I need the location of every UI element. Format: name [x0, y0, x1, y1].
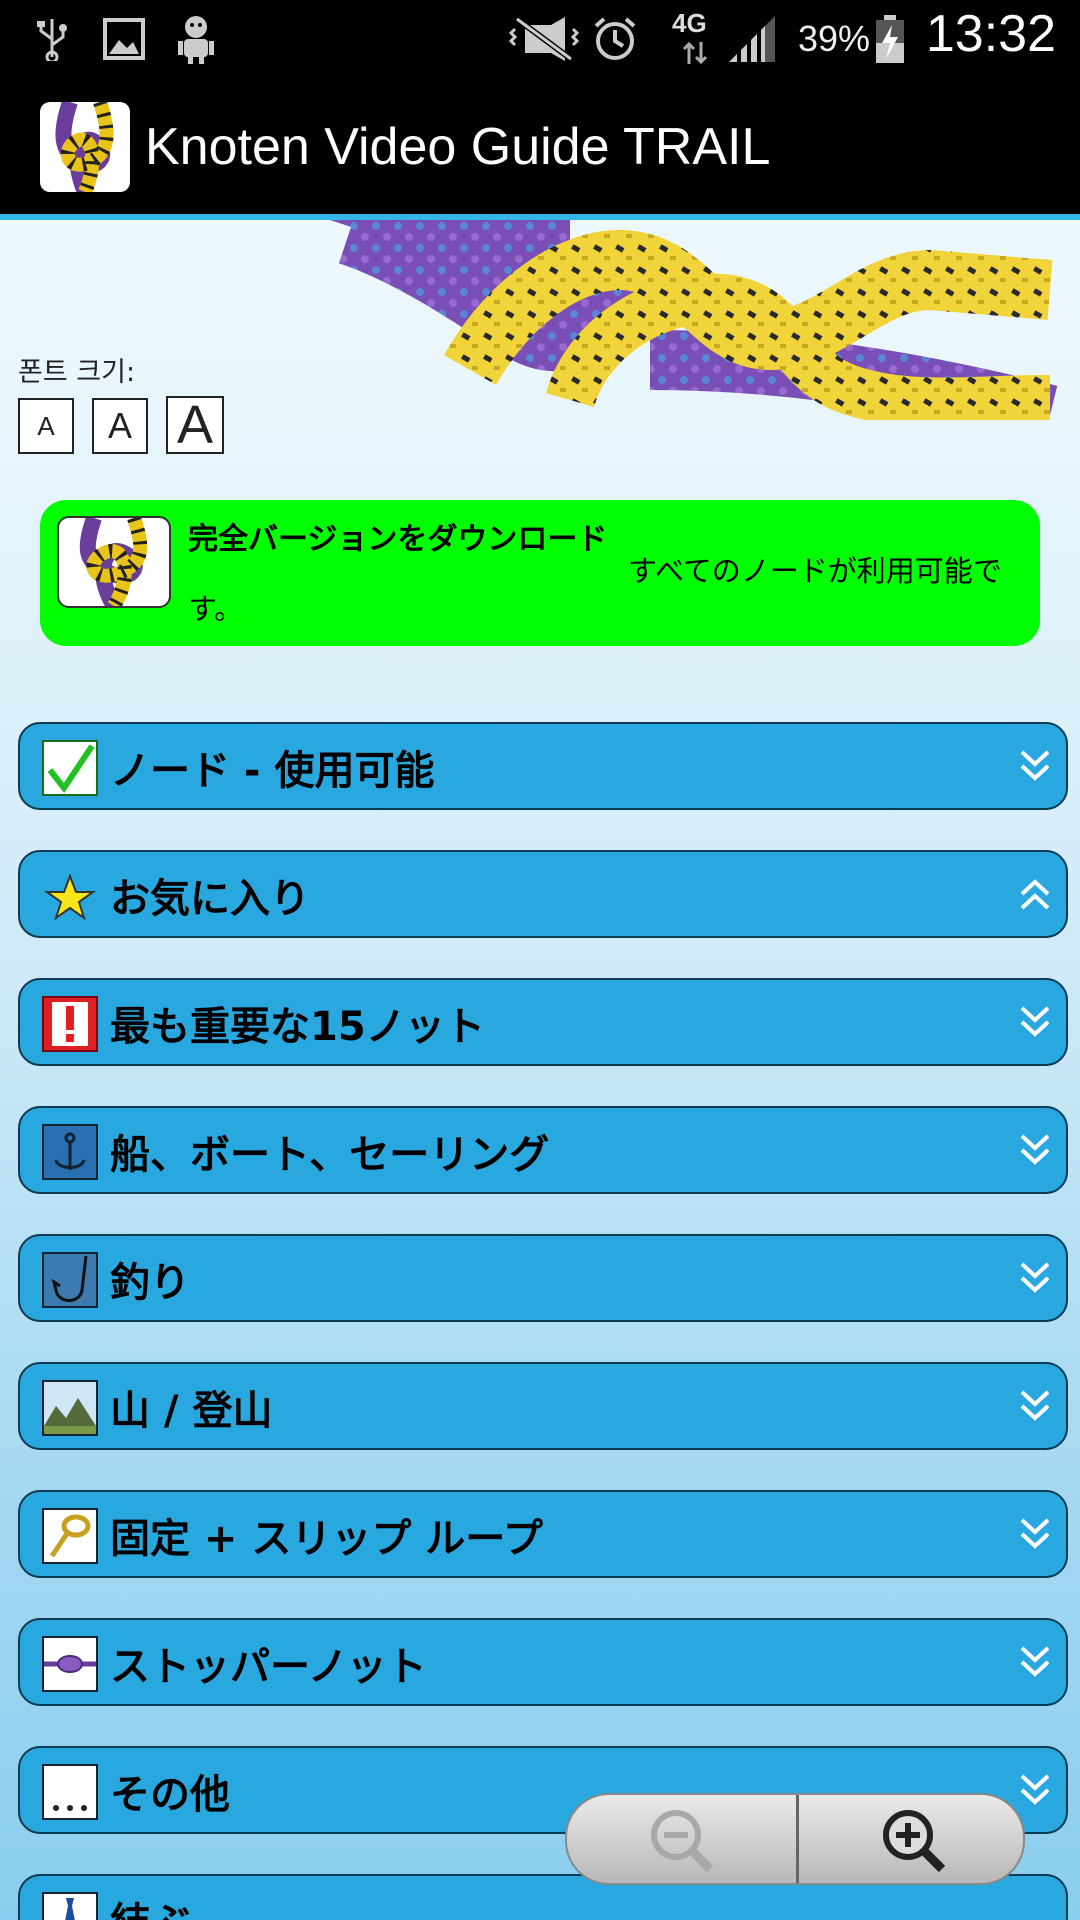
category-label: 固定 + スリップ ループ [110, 1516, 543, 1562]
category-fixed-slip-loops[interactable]: 固定 + スリップ ループ [18, 1490, 1068, 1578]
chevron-double-down-icon [1018, 744, 1052, 788]
category-available-knots[interactable]: ノード - 使用可能 [18, 722, 1068, 810]
status-bar: 4G 39% 13:32 [0, 0, 1080, 77]
chevron-double-down-icon [1018, 1128, 1052, 1172]
category-label: 釣り [110, 1260, 190, 1306]
mountain-icon [42, 1380, 98, 1436]
checkmark-icon [42, 740, 98, 796]
chevron-double-down-icon [1018, 1000, 1052, 1044]
chevron-double-down-icon [1018, 1256, 1052, 1300]
battery-charging-icon [872, 0, 908, 77]
gallery-icon [100, 0, 148, 77]
category-label: ノード - 使用可能 [110, 748, 435, 794]
tie-icon [42, 1892, 98, 1920]
category-label: その他 [110, 1772, 230, 1818]
clock: 13:32 [925, 5, 1056, 63]
promo-knot-icon [57, 516, 171, 608]
category-favorites[interactable]: お気に入り [18, 850, 1068, 938]
category-top-15-knots[interactable]: 最も重要な15ノット [18, 978, 1068, 1066]
category-label: 結ぶ [110, 1890, 190, 1920]
alarm-icon [590, 0, 640, 77]
ellipsis-icon [42, 1764, 98, 1820]
category-label: ストッパーノット [110, 1644, 427, 1690]
usb-icon [30, 0, 74, 77]
chevron-double-down-icon [1018, 1768, 1052, 1812]
font-size-small-button[interactable]: A [18, 398, 74, 454]
fishing-hook-icon [42, 1252, 98, 1308]
font-size-label: 폰트 크기: [18, 357, 136, 388]
category-label: 最も重要な15ノット [110, 1004, 485, 1050]
network-type: 4G [672, 8, 707, 38]
download-full-version-banner[interactable]: 完全バージョンをダウンロード すべてのノードが利用可能です。 [40, 500, 1040, 646]
zoom-control [565, 1793, 1025, 1885]
promo-subtitle: すべてのノードが利用可能です。 [188, 554, 1002, 626]
action-bar: Knoten Video Guide TRAIL [0, 77, 1080, 214]
anchor-icon [42, 1124, 98, 1180]
category-mountain-climbing[interactable]: 山 / 登山 [18, 1362, 1068, 1450]
star-icon [42, 868, 98, 924]
chevron-double-up-icon [1018, 872, 1052, 916]
signal-icon [725, 0, 779, 77]
chevron-double-down-icon [1018, 1384, 1052, 1428]
font-size-medium-button[interactable]: A [92, 398, 148, 454]
vibrate-mute-icon [505, 0, 581, 77]
app-logo-icon[interactable] [40, 102, 130, 192]
zoom-in-button[interactable] [799, 1795, 1023, 1883]
app-title: Knoten Video Guide TRAIL [145, 118, 771, 176]
category-boats-sailing[interactable]: 船、ボート、セーリング [18, 1106, 1068, 1194]
category-label: お気に入り [110, 876, 310, 922]
category-stopper-knots[interactable]: ストッパーノット [18, 1618, 1068, 1706]
loop-icon [42, 1508, 98, 1564]
knot-banner-image [150, 196, 1060, 445]
exclamation-icon [42, 996, 98, 1052]
battery-percent: 39% [798, 18, 871, 59]
chevron-double-down-icon [1018, 1512, 1052, 1556]
android-debug-icon [172, 0, 220, 77]
category-label: 船、ボート、セーリング [110, 1132, 550, 1178]
stopper-knot-icon [42, 1636, 98, 1692]
data-arrows-icon [680, 38, 710, 68]
chevron-double-down-icon [1018, 1640, 1052, 1684]
category-label: 山 / 登山 [110, 1388, 273, 1434]
category-fishing[interactable]: 釣り [18, 1234, 1068, 1322]
font-size-large-button[interactable]: A [166, 395, 224, 455]
zoom-out-button[interactable] [567, 1795, 796, 1883]
